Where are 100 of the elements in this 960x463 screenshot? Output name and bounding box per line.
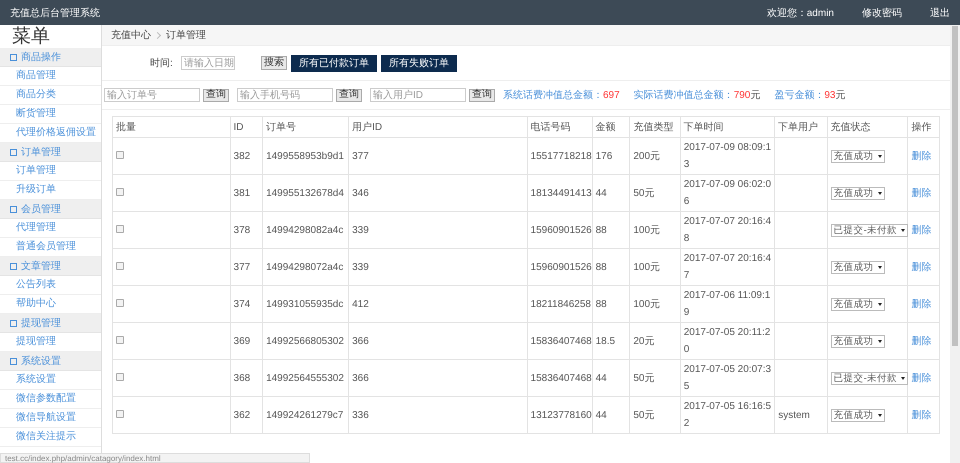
row-checkbox[interactable] [116, 298, 124, 306]
menu-group-header[interactable]: 系统设置 [0, 352, 101, 371]
search-field[interactable]: 输入订单号 [104, 88, 200, 102]
table-cell: 176 [592, 138, 630, 174]
table-cell: 2017-07-07 20:16:47 [680, 248, 775, 286]
table-cell: 44 [592, 396, 630, 434]
status-select[interactable]: 充值成功 [830, 150, 885, 162]
menu-group-header[interactable]: 会员管理 [0, 200, 101, 219]
filter-button[interactable]: 所有已付款订单 [290, 54, 377, 72]
menu-heading: 菜单 [11, 25, 51, 48]
menu-item[interactable]: 微信导航设置 [0, 409, 101, 428]
status-select[interactable]: 充值成功 [830, 408, 885, 422]
status-select[interactable]: 充值成功 [830, 260, 885, 274]
menu-item[interactable]: 订单管理 [0, 162, 101, 181]
scrollbar[interactable] [950, 25, 960, 463]
menu-item[interactable]: 公告列表 [0, 276, 101, 295]
delete-link[interactable]: 删除 [911, 224, 932, 236]
menu-group-header[interactable]: 文章管理 [0, 257, 101, 276]
delete-link[interactable]: 删除 [911, 262, 932, 272]
menu-group-header[interactable]: 订单管理 [0, 143, 101, 162]
table-cell: 1499558953b9d1 [262, 138, 349, 174]
column-header: 下单用户 [774, 116, 828, 138]
table-cell: 15836407468 [527, 322, 592, 360]
row-checkbox[interactable] [116, 410, 124, 418]
header-link[interactable]: 退出 [930, 6, 950, 20]
status-select[interactable]: 充值成功 [830, 186, 885, 200]
table-cell: 2017-07-05 20:11:20 [680, 322, 775, 360]
menu-item[interactable]: 商品管理 [0, 67, 101, 86]
table-cell: 15960901526 [527, 212, 592, 248]
square-icon [10, 148, 17, 156]
menu-item[interactable]: 断货管理 [0, 105, 101, 124]
row-checkbox[interactable] [116, 150, 124, 158]
table-cell: 339 [348, 248, 528, 286]
delete-link[interactable]: 删除 [911, 372, 932, 384]
filter-button[interactable]: 所有失败订单 [380, 54, 457, 72]
table-cell: 378 [230, 212, 263, 248]
column-header: 订单号 [262, 116, 349, 138]
query-button[interactable]: 查询 [469, 88, 495, 102]
table-cell: 15517718218 [527, 138, 592, 174]
status-select[interactable]: 已提交-未付款 [830, 372, 908, 384]
query-button[interactable]: 查询 [203, 88, 229, 102]
column-header: 充值状态 [827, 116, 908, 138]
table-cell: 13123778160 [527, 396, 592, 434]
row-checkbox[interactable] [116, 262, 124, 270]
delete-link[interactable]: 删除 [911, 336, 932, 346]
row-checkbox[interactable] [116, 336, 124, 344]
status-select[interactable]: 充值成功 [830, 334, 885, 348]
table-cell: 14994298082a4c [262, 212, 349, 248]
header-link[interactable]: 修改密码 [862, 6, 902, 20]
column-header: 用户ID [348, 116, 528, 138]
stat-text: 实际话费冲值总金额：790元 [634, 88, 760, 102]
delete-link[interactable]: 删除 [911, 410, 932, 420]
column-header: ID [230, 116, 263, 138]
menu-item[interactable]: 微信参数配置 [0, 390, 101, 409]
column-header: 充值类型 [630, 116, 680, 138]
table-cell: 100元 [630, 212, 680, 248]
table-cell: 2017-07-06 11:09:19 [680, 286, 775, 322]
table-cell: system [774, 396, 828, 434]
menu-item[interactable]: 代理管理 [0, 219, 101, 238]
menu-group-header[interactable]: 提现管理 [0, 314, 101, 333]
menu-item[interactable]: 商品分类 [0, 86, 101, 105]
row-checkbox[interactable] [116, 372, 124, 380]
search-field[interactable]: 输入用户ID [370, 88, 466, 102]
menu-item[interactable]: 微信关注提示 [0, 428, 101, 447]
table-cell: 44 [592, 360, 630, 396]
table-cell: 14992564555302 [262, 360, 349, 396]
table-cell: 18211846258 [527, 286, 592, 322]
square-icon [10, 358, 17, 364]
breadcrumb-item[interactable]: 充值中心 [111, 28, 151, 42]
column-header: 批量 [112, 116, 230, 138]
square-icon [10, 320, 17, 326]
delete-link[interactable]: 删除 [911, 298, 932, 310]
table-cell: 14992566805302 [262, 322, 349, 360]
square-icon [10, 54, 17, 60]
table-cell: 44 [592, 174, 630, 212]
menu-item[interactable]: 系统设置 [0, 371, 101, 390]
date-field[interactable]: 请输入日期 [180, 56, 235, 70]
search-button[interactable]: 搜索 [260, 56, 287, 70]
status-select[interactable]: 已提交-未付款 [830, 224, 908, 236]
menu-group-header[interactable]: 商品操作 [0, 48, 101, 67]
breadcrumb-item[interactable]: 订单管理 [166, 28, 206, 42]
stat-text: 盈亏金额：93元 [774, 88, 846, 102]
table-cell: 20元 [630, 322, 680, 360]
table-cell: 412 [348, 286, 528, 322]
search-field[interactable]: 输入手机号码 [237, 88, 333, 102]
table-cell: 377 [348, 138, 528, 174]
delete-link[interactable]: 删除 [911, 188, 932, 198]
table-cell: 336 [348, 396, 528, 434]
delete-link[interactable]: 删除 [911, 150, 932, 162]
stat-text: 系统话费冲值总金额：697 [503, 88, 620, 102]
table-cell: 368 [230, 360, 263, 396]
table-cell: 149924261279c7 [262, 396, 349, 434]
row-checkbox[interactable] [116, 188, 124, 196]
table-cell: 2017-07-09 08:09:13 [680, 138, 775, 174]
table-cell: 88 [592, 212, 630, 248]
row-checkbox[interactable] [116, 224, 124, 232]
query-button[interactable]: 查询 [336, 88, 362, 102]
welcome-text: 欢迎您：admin [766, 6, 834, 20]
status-select[interactable]: 充值成功 [830, 298, 885, 310]
table-cell: 15960901526 [527, 248, 592, 286]
